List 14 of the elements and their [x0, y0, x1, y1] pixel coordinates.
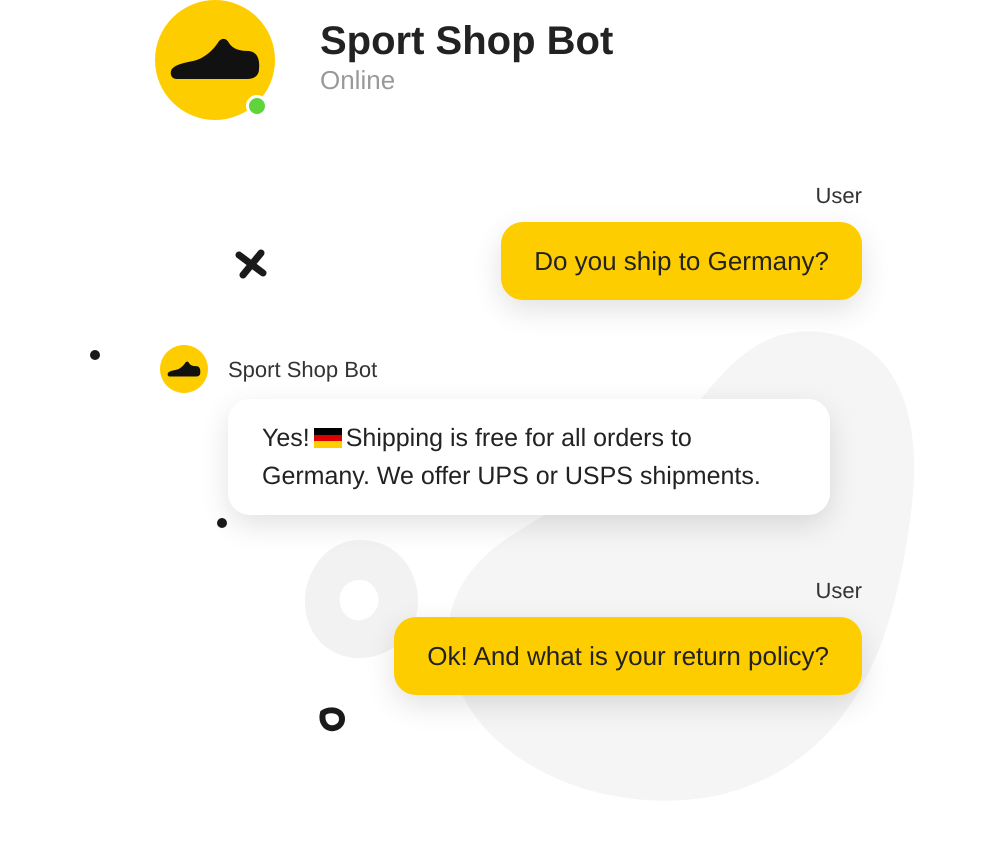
- sneaker-icon: [167, 360, 201, 378]
- message-text: Yes! Shipping is free for all orders to Germany. We offer UPS or USPS shipments.: [262, 423, 762, 492]
- bot-name: Sport Shop Bot: [320, 18, 614, 65]
- sender-name: User: [816, 182, 862, 210]
- user-message-bubble: Do you ship to Germany?: [501, 222, 862, 300]
- sender-name: User: [816, 577, 862, 605]
- dot-icon: [90, 350, 100, 360]
- bot-status: Online: [320, 65, 396, 95]
- dot-icon: [217, 518, 227, 528]
- ring-icon: [318, 705, 346, 733]
- sender-name: Sport Shop Bot: [228, 356, 378, 384]
- user-message-bubble: Ok! And what is your return policy?: [394, 617, 862, 695]
- cross-icon: [235, 249, 267, 279]
- flag-icon: [314, 428, 342, 448]
